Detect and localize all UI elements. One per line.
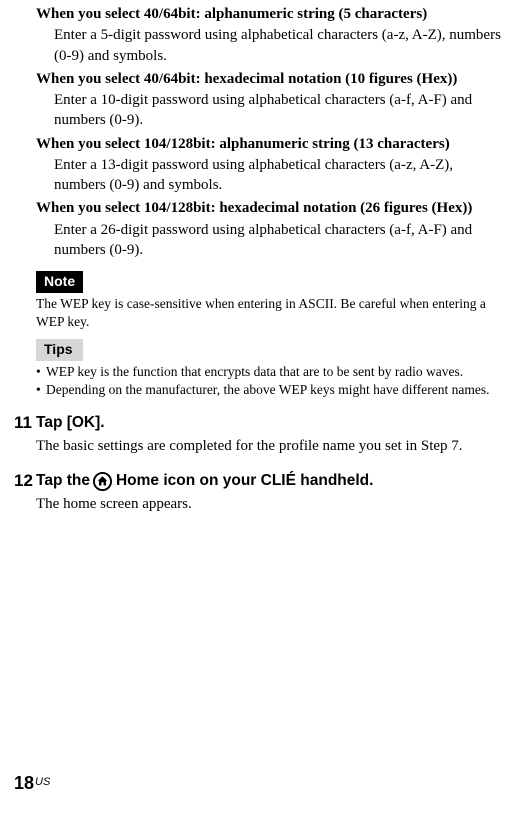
wep-option-title: When you select 104/128bit: hexadecimal …: [36, 198, 506, 218]
note-label: Note: [36, 271, 83, 293]
note-text: The WEP key is case-sensitive when enter…: [36, 295, 502, 331]
step-title-part: Tap the: [36, 472, 90, 491]
tips-text: Depending on the manufacturer, the above…: [46, 381, 489, 399]
step-title: Tap [OK].: [36, 414, 506, 433]
home-icon: [93, 472, 112, 491]
tips-label: Tips: [36, 339, 83, 361]
wep-option-desc: Enter a 13-digit password using alphabet…: [54, 155, 506, 196]
wep-option-title: When you select 40/64bit: hexadecimal no…: [36, 69, 506, 89]
step-11: 11 Tap [OK]. The basic settings are comp…: [14, 414, 506, 456]
tips-list: • WEP key is the function that encrypts …: [36, 363, 502, 398]
page-number: 18US: [14, 771, 50, 796]
step-number: 12: [14, 472, 36, 514]
step-number: 11: [14, 414, 36, 456]
tips-item: • WEP key is the function that encrypts …: [36, 363, 502, 381]
wep-option-desc: Enter a 10-digit password using alphabet…: [54, 90, 506, 131]
bullet-icon: •: [36, 363, 46, 381]
step-desc: The basic settings are completed for the…: [36, 436, 506, 456]
wep-option-desc: Enter a 5-digit password using alphabeti…: [54, 25, 506, 66]
page-num-suffix: US: [35, 776, 50, 788]
wep-option-title: When you select 40/64bit: alphanumeric s…: [36, 4, 506, 24]
step-title: Tap the Home icon on your CLIÉ handheld.: [36, 472, 506, 491]
tips-text: WEP key is the function that encrypts da…: [46, 363, 463, 381]
page-num-main: 18: [14, 773, 34, 793]
wep-option-desc: Enter a 26-digit password using alphabet…: [54, 220, 506, 261]
step-desc: The home screen appears.: [36, 494, 506, 514]
step-title-part: Home icon on your CLIÉ handheld.: [116, 472, 373, 491]
step-12: 12 Tap the Home icon on your CLIÉ handhe…: [14, 472, 506, 514]
tips-item: • Depending on the manufacturer, the abo…: [36, 381, 502, 399]
wep-option-title: When you select 104/128bit: alphanumeric…: [36, 134, 506, 154]
bullet-icon: •: [36, 381, 46, 399]
